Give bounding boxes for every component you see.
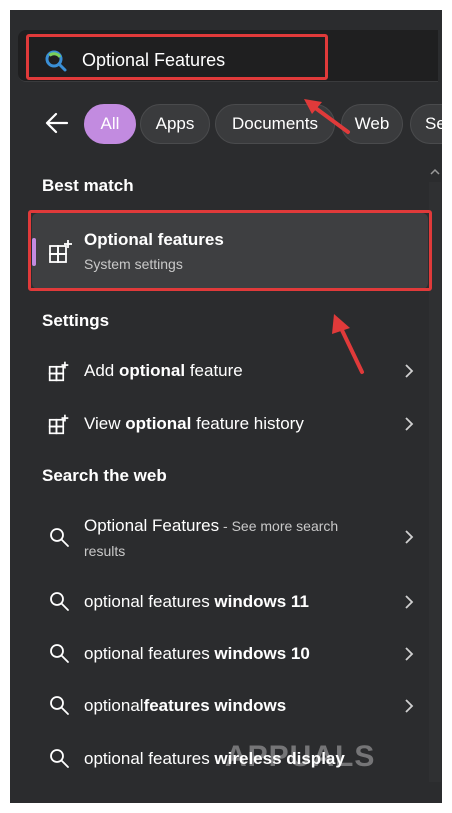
web-result-label-line2: results (84, 543, 126, 559)
filter-chip-apps[interactable]: Apps (140, 104, 210, 144)
settings-item-label: Add optional feature (84, 361, 243, 380)
chevron-right-icon (405, 530, 414, 544)
web-result-label: optional features windows 10 (84, 644, 310, 663)
web-result-optional-features[interactable]: Optional Features - See more search resu… (32, 506, 428, 568)
magnifier-icon (50, 592, 69, 611)
search-web-heading: Search the web (42, 466, 167, 485)
web-result-windows-11[interactable]: optional features windows 11 (32, 577, 428, 627)
chevron-right-icon (405, 417, 414, 431)
magnifier-icon (50, 696, 69, 715)
annotation-box-best-match (28, 210, 432, 291)
magnifier-icon (50, 528, 69, 547)
web-result-windows-10[interactable]: optional features windows 10 (32, 629, 428, 679)
magnifier-icon (50, 644, 69, 663)
filter-chip-all[interactable]: All (84, 104, 136, 144)
annotation-arrow-best-match (332, 314, 364, 374)
web-result-label: optional features windows 11 (84, 592, 309, 611)
settings-item-view-optional-feature-history[interactable]: View optional feature history (32, 399, 428, 449)
web-result-label: Optional Features - See more search (84, 516, 339, 535)
settings-heading: Settings (42, 311, 110, 330)
watermark-logo: APPUALS (225, 740, 376, 773)
chevron-right-icon (405, 595, 414, 609)
add-grid-icon (48, 414, 69, 435)
magnifier-icon (50, 749, 69, 768)
web-result-label: optionalfeatures windows (84, 696, 287, 715)
best-match-heading: Best match (42, 176, 134, 195)
filter-chip-more[interactable]: Se (410, 104, 446, 144)
settings-item-label: View optional feature history (84, 414, 304, 433)
add-grid-icon (48, 361, 69, 382)
scroll-up-icon[interactable] (428, 164, 442, 180)
annotation-arrow-search (304, 99, 350, 134)
back-arrow-icon[interactable] (44, 110, 70, 136)
chevron-right-icon (405, 699, 414, 713)
annotation-box-search (26, 34, 328, 80)
web-result-features-windows[interactable]: optionalfeatures windows (32, 681, 428, 731)
chevron-right-icon (405, 647, 414, 661)
chevron-right-icon (405, 364, 414, 378)
